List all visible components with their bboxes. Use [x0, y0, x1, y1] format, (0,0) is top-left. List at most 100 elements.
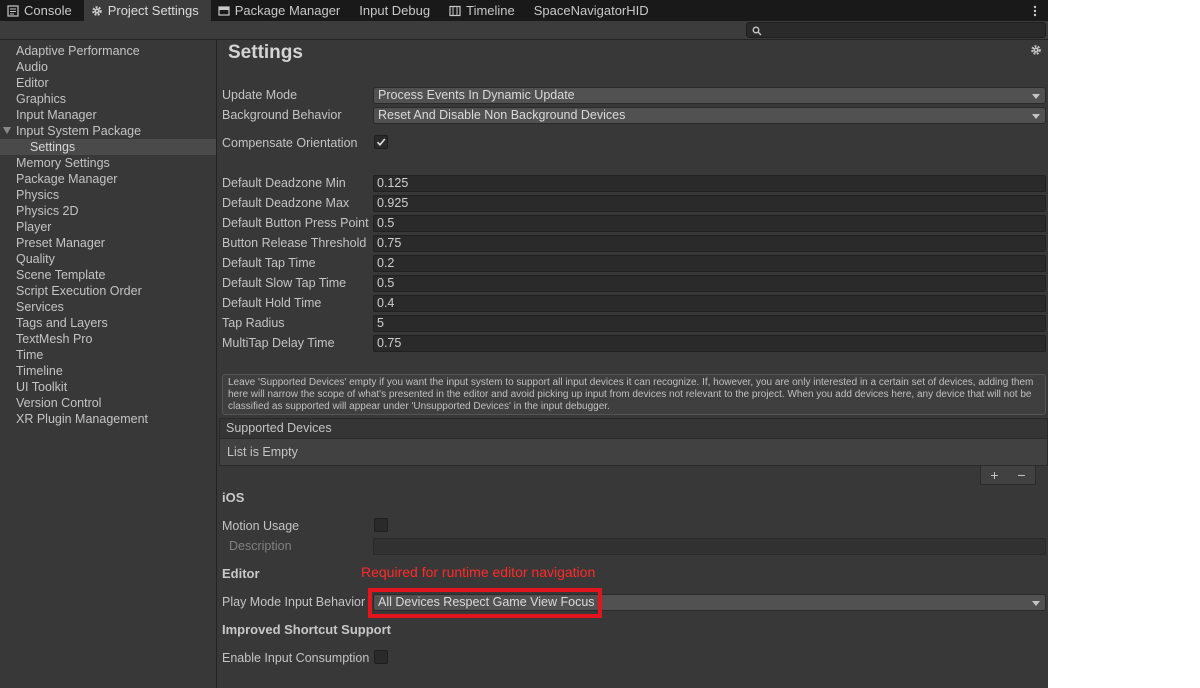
supported-devices-help-box: Leave 'Supported Devices' empty if you w… — [222, 374, 1046, 415]
sidebar-item-tags-and-layers[interactable]: Tags and Layers — [0, 315, 216, 331]
field-label: Tap Radius — [222, 316, 285, 330]
sidebar-item-graphics[interactable]: Graphics — [0, 91, 216, 107]
field-label: Default Deadzone Min — [222, 176, 346, 190]
sidebar-item-time[interactable]: Time — [0, 347, 216, 363]
foldout-arrow-icon[interactable] — [3, 127, 11, 134]
sidebar-item-input-system-package[interactable]: Input System Package — [0, 123, 216, 139]
tab-package-manager[interactable]: Package Manager — [211, 0, 353, 21]
button-release-threshold-input[interactable]: 0.75 — [373, 235, 1046, 252]
sidebar-item-player[interactable]: Player — [0, 219, 216, 235]
enable-input-consumption-checkbox[interactable] — [374, 650, 388, 664]
settings-gear-icon[interactable] — [1030, 44, 1042, 56]
tab-input-debug[interactable]: Input Debug — [352, 0, 442, 21]
sidebar-item-script-execution-order[interactable]: Script Execution Order — [0, 283, 216, 299]
sidebar-item-ui-toolkit[interactable]: UI Toolkit — [0, 379, 216, 395]
tap-radius-input[interactable]: 5 — [373, 315, 1046, 332]
field-label: Default Button Press Point — [222, 216, 369, 230]
sidebar-item-textmesh-pro[interactable]: TextMesh Pro — [0, 331, 216, 347]
motion-usage-checkbox[interactable] — [374, 518, 388, 532]
default-deadzone-max-row: Default Deadzone Max 0.925 — [222, 194, 1048, 212]
field-label: MultiTap Delay Time — [222, 336, 335, 350]
sidebar-item-memory-settings[interactable]: Memory Settings — [0, 155, 216, 171]
supported-devices-header: Supported Devices — [219, 418, 1048, 438]
button-release-threshold-row: Button Release Threshold 0.75 — [222, 234, 1048, 252]
play-mode-input-behavior-dropdown[interactable]: All Devices Respect Game View Focus — [373, 594, 1046, 611]
supported-devices-list: List is Empty — [219, 438, 1048, 466]
sidebar-item-version-control[interactable]: Version Control — [0, 395, 216, 411]
tab-timeline[interactable]: Timeline — [442, 0, 527, 21]
page-title: Settings — [228, 42, 303, 63]
sidebar-item-xr-plugin-management[interactable]: XR Plugin Management — [0, 411, 216, 427]
sidebar-item-timeline[interactable]: Timeline — [0, 363, 216, 379]
tab-project-settings[interactable]: Project Settings — [83, 0, 211, 21]
console-icon — [7, 4, 19, 17]
default-slow-tap-time-row: Default Slow Tap Time 0.5 — [222, 274, 1048, 292]
checkmark-icon — [376, 138, 386, 147]
default-button-press-point-input[interactable]: 0.5 — [373, 215, 1046, 232]
dropdown-arrow-icon — [1032, 601, 1040, 606]
kebab-menu-icon[interactable] — [1022, 0, 1048, 21]
description-row: Description — [222, 537, 1048, 555]
default-deadzone-min-input[interactable]: 0.125 — [373, 175, 1046, 192]
field-label: Button Release Threshold — [222, 236, 367, 250]
dropdown-value: Process Events In Dynamic Update — [378, 88, 575, 102]
compensate-orientation-row: Compensate Orientation — [222, 134, 1048, 152]
default-slow-tap-time-input[interactable]: 0.5 — [373, 275, 1046, 292]
default-tap-time-row: Default Tap Time 0.2 — [222, 254, 1048, 272]
sidebar-item-physics-2d[interactable]: Physics 2D — [0, 203, 216, 219]
default-hold-time-input[interactable]: 0.4 — [373, 295, 1046, 312]
sidebar-item-settings[interactable]: Settings — [0, 139, 216, 155]
field-label: Default Deadzone Max — [222, 196, 350, 210]
default-tap-time-input[interactable]: 0.2 — [373, 255, 1046, 272]
search-icon — [752, 25, 762, 36]
sidebar-item-physics[interactable]: Physics — [0, 187, 216, 203]
background-behavior-dropdown[interactable]: Reset And Disable Non Background Devices — [373, 107, 1046, 124]
tab-console[interactable]: Console — [0, 0, 84, 21]
remove-device-button[interactable]: − — [1017, 467, 1025, 483]
tab-spacenavigatorhid[interactable]: SpaceNavigatorHID — [527, 0, 661, 21]
dropdown-arrow-icon — [1032, 114, 1040, 119]
compensate-orientation-checkbox[interactable] — [374, 135, 388, 149]
settings-toolbar — [0, 21, 1048, 40]
description-input — [373, 538, 1046, 555]
unity-editor-window: Console Project Settings Package Manager… — [0, 0, 1048, 688]
default-button-press-point-row: Default Button Press Point 0.5 — [222, 214, 1048, 232]
description-label: Description — [229, 539, 292, 553]
sidebar-item-package-manager[interactable]: Package Manager — [0, 171, 216, 187]
background-behavior-row: Background Behavior Reset And Disable No… — [222, 106, 1048, 124]
multitap-delay-time-input[interactable]: 0.75 — [373, 335, 1046, 352]
multitap-delay-time-row: MultiTap Delay Time 0.75 — [222, 334, 1048, 352]
supported-devices-footer: + − — [980, 466, 1036, 485]
field-label: Default Slow Tap Time — [222, 276, 347, 290]
tab-label: Project Settings — [107, 3, 199, 18]
add-device-button[interactable]: + — [990, 467, 998, 483]
settings-search-input[interactable] — [746, 22, 1046, 38]
play-mode-input-behavior-label: Play Mode Input Behavior — [222, 595, 366, 609]
tab-bar: Console Project Settings Package Manager… — [0, 0, 1048, 21]
sidebar-item-preset-manager[interactable]: Preset Manager — [0, 235, 216, 251]
sidebar-item-input-manager[interactable]: Input Manager — [0, 107, 216, 123]
tab-label: Console — [24, 3, 72, 18]
default-deadzone-min-row: Default Deadzone Min 0.125 — [222, 174, 1048, 192]
tab-label: SpaceNavigatorHID — [533, 3, 649, 18]
background-behavior-label: Background Behavior — [222, 108, 342, 122]
sidebar-item-services[interactable]: Services — [0, 299, 216, 315]
gear-icon — [91, 5, 103, 17]
settings-panel: Settings Update Mode Process Events In D… — [218, 40, 1048, 688]
field-label: Default Hold Time — [222, 296, 322, 310]
sidebar-item-audio[interactable]: Audio — [0, 59, 216, 75]
sidebar-item-scene-template[interactable]: Scene Template — [0, 267, 216, 283]
ios-section-heading: iOS — [222, 490, 245, 505]
tab-label: Input Debug — [359, 3, 431, 18]
motion-usage-label: Motion Usage — [222, 519, 300, 533]
sidebar-item-adaptive-performance[interactable]: Adaptive Performance — [0, 43, 216, 59]
update-mode-label: Update Mode — [222, 88, 298, 102]
timeline-icon — [449, 5, 461, 17]
enable-input-consumption-row: Enable Input Consumption — [222, 649, 1048, 667]
sidebar-item-quality[interactable]: Quality — [0, 251, 216, 267]
improved-shortcut-section-heading: Improved Shortcut Support — [222, 622, 391, 637]
tap-radius-row: Tap Radius 5 — [222, 314, 1048, 332]
sidebar-item-editor[interactable]: Editor — [0, 75, 216, 91]
default-deadzone-max-input[interactable]: 0.925 — [373, 195, 1046, 212]
update-mode-dropdown[interactable]: Process Events In Dynamic Update — [373, 87, 1046, 104]
